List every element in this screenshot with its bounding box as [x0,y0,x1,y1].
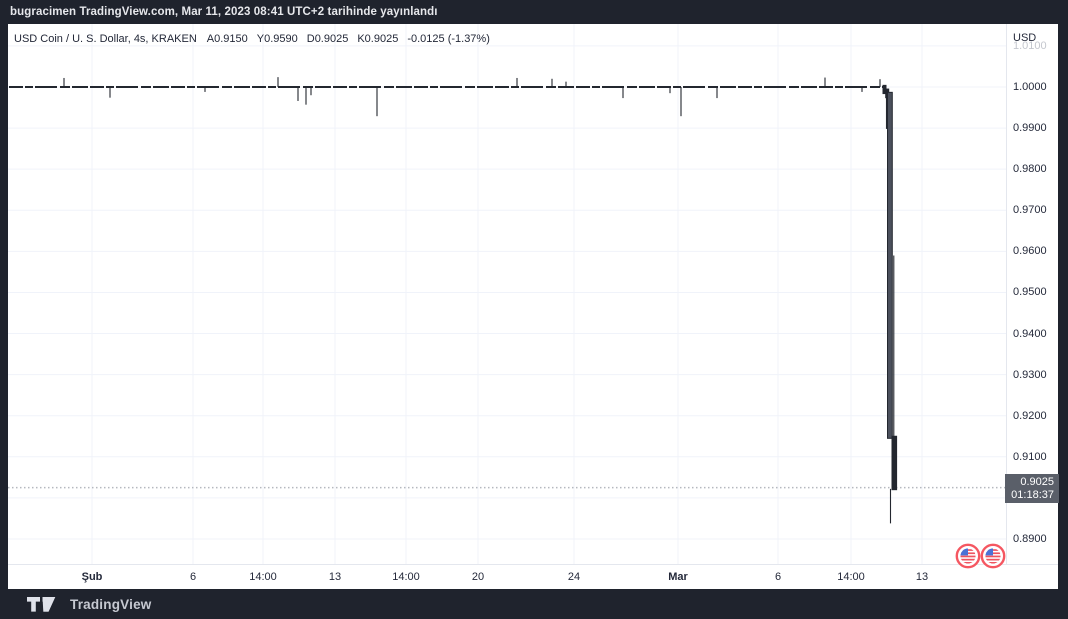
price-tick-label: 0.9500 [1013,286,1047,298]
time-tick-label: 14:00 [837,571,865,583]
last-price-badge: 0.9025 01:18:37 [1005,474,1059,503]
time-tick-label: 6 [190,571,196,583]
price-tick-label: 0.9300 [1013,369,1047,381]
chart-panel: USD Coin / U. S. Dollar, 4s, KRAKEN A0.9… [8,24,1058,589]
time-tick-label: 24 [568,571,580,583]
legend-low: D0.9025 [307,33,349,45]
us-flag-circle-icon[interactable] [955,543,981,569]
last-price-value: 0.9025 [1005,476,1054,489]
price-tick-label: 0.9400 [1013,328,1047,340]
tradingview-brand-text[interactable]: TradingView [70,597,151,612]
legend-open: A0.9150 [207,33,248,45]
legend-symbol[interactable]: USD Coin / U. S. Dollar, 4s, KRAKEN [14,33,197,45]
chart-legend[interactable]: USD Coin / U. S. Dollar, 4s, KRAKEN A0.9… [14,33,499,45]
price-tick-label: 0.9900 [1013,122,1047,134]
legend-close: K0.9025 [357,33,398,45]
time-tick-label: 14:00 [249,571,277,583]
price-tick-label: 0.9100 [1013,451,1047,463]
price-axis[interactable]: USD 0.9025 01:18:37 1.01001.00000.99000.… [1006,24,1058,564]
price-tick-label: 0.9600 [1013,245,1047,257]
price-tick-label: 1.0000 [1013,81,1047,93]
price-tick-label: 0.8900 [1013,533,1047,545]
time-tick-label: 13 [329,571,341,583]
time-tick-label: 14:00 [392,571,420,583]
time-tick-label: 13 [916,571,928,583]
price-tick-label: 1.0100 [1013,40,1047,52]
time-tick-label: Şub [82,571,103,583]
time-tick-label: Mar [668,571,688,583]
price-tick-label: 0.9700 [1013,204,1047,216]
footer-brand-bar: TradingView [0,589,1068,619]
us-flag-circle-icon[interactable] [980,543,1006,569]
publish-header-bar: bugracimen TradingView.com, Mar 11, 2023… [0,0,1068,24]
legend-high: Y0.9590 [257,33,298,45]
candle-body [888,92,893,438]
time-tick-label: 20 [472,571,484,583]
price-tick-label: 0.9200 [1013,410,1047,422]
publish-header-text[interactable]: bugracimen TradingView.com, Mar 11, 2023… [10,6,438,18]
chart-surface[interactable] [8,24,1006,564]
time-axis[interactable]: Şub 6 14:00 13 14:00 20 24 Mar 6 14:00 13 [8,564,1058,589]
price-tick-label: 0.9800 [1013,163,1047,175]
chart-stickers [955,543,1006,569]
legend-change: -0.0125 (-1.37%) [407,33,490,45]
candle-body [892,436,897,489]
time-tick-label: 6 [775,571,781,583]
bar-countdown-timer: 01:18:37 [1005,489,1054,502]
tradingview-logo-icon[interactable] [27,597,61,612]
